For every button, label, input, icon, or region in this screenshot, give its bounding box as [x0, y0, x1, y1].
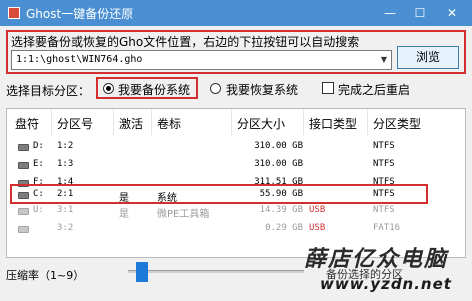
- table-row[interactable]: D: 1:2 310.00 GB NTFS: [7, 139, 465, 155]
- column-header-label[interactable]: 卷标: [157, 115, 181, 132]
- disk-drive-icon: [18, 226, 29, 233]
- reboot-checkbox[interactable]: [322, 82, 334, 94]
- target-partition-label: 选择目标分区：: [6, 84, 91, 98]
- interface-type-cell: USB: [309, 223, 326, 233]
- volume-label-cell: 微PE工具箱: [157, 209, 210, 220]
- partition-number-cell: 1:2: [57, 141, 74, 151]
- interface-type-cell: USB: [309, 205, 326, 215]
- filesystem-type-cell: NTFS: [373, 159, 395, 169]
- ghost-app-icon: [8, 7, 20, 19]
- radio-selected-dot: [106, 86, 111, 91]
- reboot-checkbox-label[interactable]: 完成之后重启: [338, 81, 410, 98]
- column-header-active[interactable]: 激活: [119, 115, 143, 132]
- filesystem-type-cell: NTFS: [373, 205, 395, 215]
- column-header-drive[interactable]: 盘符: [15, 115, 39, 132]
- selected-row-highlight: [10, 184, 428, 204]
- disk-drive-icon: [18, 208, 29, 215]
- partition-size-cell: 310.00 GB: [254, 141, 303, 151]
- browse-button[interactable]: 浏览: [397, 46, 459, 69]
- table-row[interactable]: U: 3:1 是 微PE工具箱 14.39 GB USB NTFS: [7, 203, 465, 220]
- watermark-brand: 薛店亿众电脑: [304, 246, 449, 272]
- watermark-url: www.yzdn.net: [320, 275, 452, 293]
- column-divider: [151, 109, 152, 135]
- file-location-prompt: 选择要备份或恢复的Gho文件位置，右边的下拉按钮可以自动搜索: [11, 35, 360, 49]
- column-divider: [231, 109, 232, 135]
- compression-ratio-label: 压缩率（1~9）: [6, 269, 85, 282]
- filesystem-type-cell: FAT16: [373, 223, 401, 233]
- partition-number-cell: 3:2: [57, 223, 74, 233]
- window-title: Ghost一键备份还原: [26, 7, 134, 21]
- column-header-partition[interactable]: 分区号: [57, 115, 93, 132]
- disk-drive-icon: [18, 144, 29, 151]
- partition-size-cell: 0.29 GB: [265, 223, 303, 233]
- chevron-down-icon[interactable]: ▼: [378, 52, 390, 68]
- partition-size-cell: 14.39 GB: [259, 205, 303, 215]
- partition-number-cell: 3:1: [57, 205, 74, 215]
- table-row[interactable]: 3:2 0.29 GB USB FAT16: [7, 221, 465, 237]
- restore-radio[interactable]: [210, 83, 221, 94]
- gho-path-combobox[interactable]: 1:1:\ghost\WIN764.gho: [11, 50, 392, 70]
- backup-radio[interactable]: [103, 83, 114, 94]
- column-divider: [113, 109, 114, 135]
- restore-radio-label[interactable]: 我要恢复系统: [226, 81, 298, 98]
- table-row[interactable]: E: 1:3 310.00 GB NTFS: [7, 157, 465, 173]
- compression-slider-track[interactable]: [128, 270, 304, 273]
- active-flag-cell: 是: [119, 209, 129, 220]
- minimize-button[interactable]: —: [374, 0, 406, 26]
- column-header-size[interactable]: 分区大小: [237, 115, 285, 132]
- maximize-button[interactable]: ☐: [404, 0, 436, 26]
- disk-drive-icon: [18, 162, 29, 169]
- column-divider: [367, 109, 368, 135]
- backup-radio-label[interactable]: 我要备份系统: [118, 81, 190, 98]
- drive-letter-cell: E:: [33, 159, 44, 169]
- column-header-fstype[interactable]: 分区类型: [373, 115, 421, 132]
- partition-size-cell: 310.00 GB: [254, 159, 303, 169]
- partition-number-cell: 1:3: [57, 159, 74, 169]
- close-button[interactable]: ✕: [436, 0, 468, 26]
- drive-letter-cell: U:: [33, 205, 44, 215]
- column-divider: [303, 109, 304, 135]
- column-divider: [51, 109, 52, 135]
- title-bar: Ghost一键备份还原 — ☐ ✕: [0, 0, 472, 26]
- compression-slider-thumb[interactable]: [136, 262, 148, 282]
- column-header-interface[interactable]: 接口类型: [309, 115, 357, 132]
- drive-letter-cell: D:: [33, 141, 44, 151]
- filesystem-type-cell: NTFS: [373, 141, 395, 151]
- partition-table[interactable]: 盘符 分区号 激活 卷标 分区大小 接口类型 分区类型 D: 1:2 310.00 …: [6, 108, 466, 258]
